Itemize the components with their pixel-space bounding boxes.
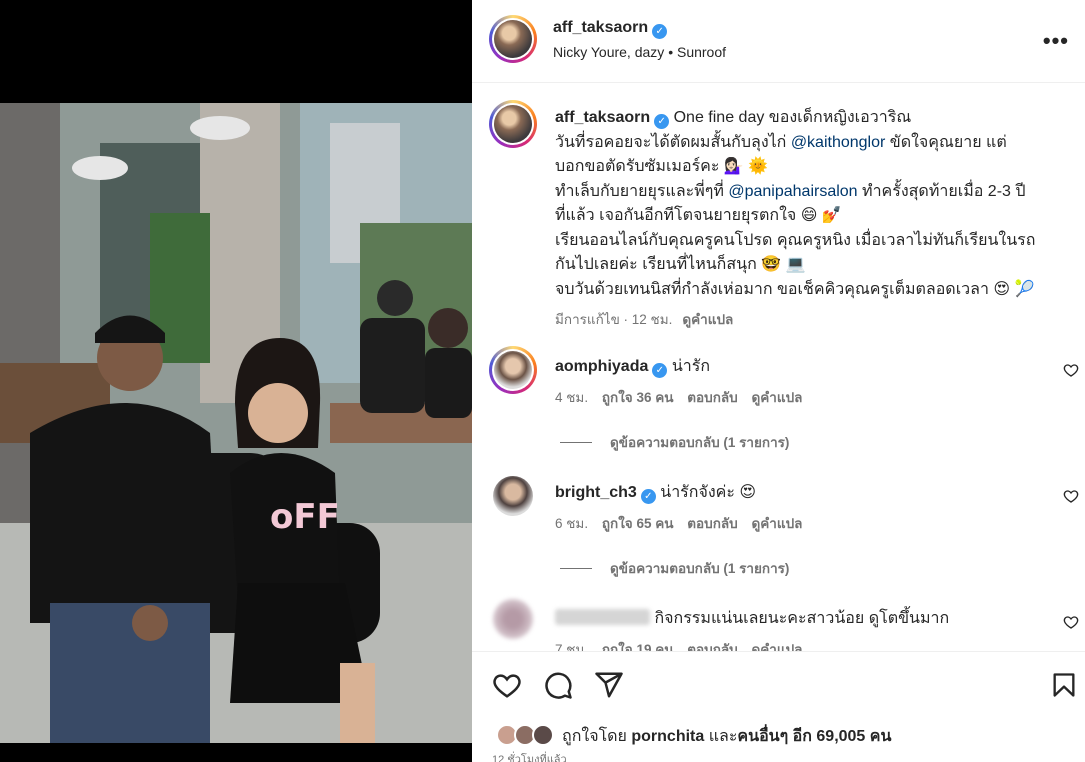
- verified-icon: ✓: [654, 114, 670, 129]
- caption-line: วันที่รอคอยจะได้ตัดผมสั้นกับลุงไก่: [555, 133, 791, 151]
- post-panel: aff_taksaorn ✓ Nicky Youre, dazy • Sunroo…: [472, 0, 1085, 762]
- likes-summary[interactable]: ถูกใจโดย pornchita และคนอื่นๆ อีก 69,005…: [562, 724, 891, 749]
- comment-likes[interactable]: ถูกใจ 19 คน: [602, 642, 674, 651]
- translate-link[interactable]: ดูคำแปล: [682, 312, 733, 327]
- comment-icon[interactable]: [543, 670, 573, 700]
- comment-text: น่ารักจังค่ะ 😍: [660, 484, 757, 501]
- view-replies-button[interactable]: ดูข้อความตอบกลับ (1 รายการ): [560, 557, 789, 579]
- save-icon[interactable]: [1050, 670, 1078, 700]
- caption-line: บอกขอตัดรับซัมเมอร์คะ 💁🏻‍♀️ 🌞: [555, 158, 769, 175]
- caption-avatar[interactable]: [489, 100, 537, 148]
- header-separator: •: [668, 44, 674, 60]
- caption-line: จบวันด้วยเทนนิสที่กำลังเห่อมาก ขอเช็คคิว…: [555, 280, 1035, 298]
- caption-edited-time: มีการแก้ไข · 12 ชม.: [555, 312, 673, 327]
- comment-likes[interactable]: ถูกใจ 36 คน: [602, 390, 674, 405]
- view-replies-label: ดูข้อความตอบกลับ (1 รายการ): [610, 435, 790, 450]
- caption-line: One fine day ของเด็กหญิงเอวาริณ: [673, 109, 912, 126]
- post-media[interactable]: oFF: [0, 0, 472, 762]
- comment-text: กิจกรรมแน่นเลยนะคะสาวน้อย ดูโตขึ้นมาก: [654, 610, 950, 627]
- likes-user[interactable]: pornchita: [631, 728, 704, 745]
- comment-time: 7 ชม.: [555, 642, 589, 651]
- author-avatar[interactable]: [489, 15, 537, 63]
- likes-mid: และ: [704, 728, 738, 745]
- translate-link[interactable]: ดูคำแปล: [751, 390, 802, 405]
- comment-like-icon[interactable]: [1063, 362, 1079, 378]
- author-username[interactable]: aff_taksaorn: [553, 19, 648, 36]
- audio-link[interactable]: Nicky Youre, dazy: [553, 44, 664, 60]
- photo-illustration: oFF: [0, 103, 472, 743]
- comments-scroll-area[interactable]: aff_taksaorn ✓ One fine day ของเด็กหญิงเอ…: [472, 84, 1085, 651]
- verified-icon: ✓: [652, 363, 668, 378]
- comment-time: 4 ชม.: [555, 390, 589, 405]
- post-actions: ถูกใจโดย pornchita และคนอื่นๆ อีก 69,005…: [472, 651, 1085, 762]
- caption-line: เรียนออนไลน์กับคุณครูคนโปรด คุณครูหนิง เ…: [555, 231, 1036, 249]
- location-link[interactable]: Sunroof: [677, 44, 726, 60]
- comment-likes[interactable]: ถูกใจ 65 คน: [602, 516, 674, 531]
- comment-text: น่ารัก: [671, 358, 711, 375]
- comment-item: bright_ch3 ✓ น่ารักจังค่ะ 😍: [555, 480, 1055, 505]
- svg-text:oFF: oFF: [270, 497, 340, 537]
- comment-item: กิจกรรมแน่นเลยนะคะสาวน้อย ดูโตขึ้นมาก: [555, 606, 1055, 631]
- like-icon[interactable]: [492, 670, 522, 700]
- share-icon[interactable]: [594, 670, 624, 700]
- post-header: aff_taksaorn ✓ Nicky Youre, dazy • Sunroo…: [472, 0, 1085, 83]
- post-time: 12 ชั่วโมงที่แล้ว: [492, 754, 567, 762]
- post-caption: aff_taksaorn ✓ One fine day ของเด็กหญิงเอ…: [555, 106, 1055, 333]
- translate-link[interactable]: ดูคำแปล: [751, 516, 802, 531]
- caption-line: ที่แล้ว เจอกันอีกทีโตจนยายยุรตกใจ 😄 💅: [555, 207, 842, 224]
- comment-username[interactable]: bright_ch3: [555, 484, 637, 501]
- comment-username[interactable]: [555, 609, 650, 625]
- translate-link[interactable]: ดูคำแปล: [751, 642, 802, 651]
- commenter-avatar[interactable]: [493, 476, 533, 516]
- comment-time: 6 ชม.: [555, 516, 589, 531]
- comment-username[interactable]: aomphiyada: [555, 358, 648, 375]
- commenter-avatar[interactable]: [489, 346, 537, 394]
- view-replies-button[interactable]: ดูข้อความตอบกลับ (1 รายการ): [560, 431, 789, 453]
- verified-icon: ✓: [652, 24, 668, 39]
- comment-item: aomphiyada ✓ น่ารัก: [555, 354, 1055, 379]
- caption-line: ขัดใจคุณยาย แต่: [885, 133, 1007, 151]
- view-replies-label: ดูข้อความตอบกลับ (1 รายการ): [610, 561, 790, 576]
- post-photo[interactable]: oFF: [0, 103, 472, 743]
- commenter-avatar[interactable]: [493, 599, 533, 639]
- comment-like-icon[interactable]: [1063, 488, 1079, 504]
- likes-prefix: ถูกใจโดย: [562, 728, 632, 745]
- more-icon[interactable]: •••: [1043, 28, 1069, 54]
- reply-button[interactable]: ตอบกลับ: [687, 390, 737, 405]
- comment-like-icon[interactable]: [1063, 614, 1079, 630]
- reply-button[interactable]: ตอบกลับ: [687, 516, 737, 531]
- caption-line: ทำครั้งสุดท้ายเมื่อ 2-3 ปี: [857, 182, 1026, 200]
- reply-button[interactable]: ตอบกลับ: [687, 642, 737, 651]
- likes-others[interactable]: คนอื่นๆ อีก 69,005 คน: [737, 728, 891, 745]
- caption-username[interactable]: aff_taksaorn: [555, 109, 650, 126]
- verified-icon: ✓: [640, 489, 656, 504]
- caption-line: ทำเล็บกับยายยุรและพี่ๆที่: [555, 182, 729, 200]
- caption-line: กันไปเลยค่ะ เรียนที่ไหนก็สนุก 🤓 💻: [555, 256, 806, 273]
- mention-link[interactable]: @panipahairsalon: [728, 183, 857, 200]
- mention-link[interactable]: @kaithonglor: [791, 134, 886, 151]
- liker-avatar: [532, 724, 554, 746]
